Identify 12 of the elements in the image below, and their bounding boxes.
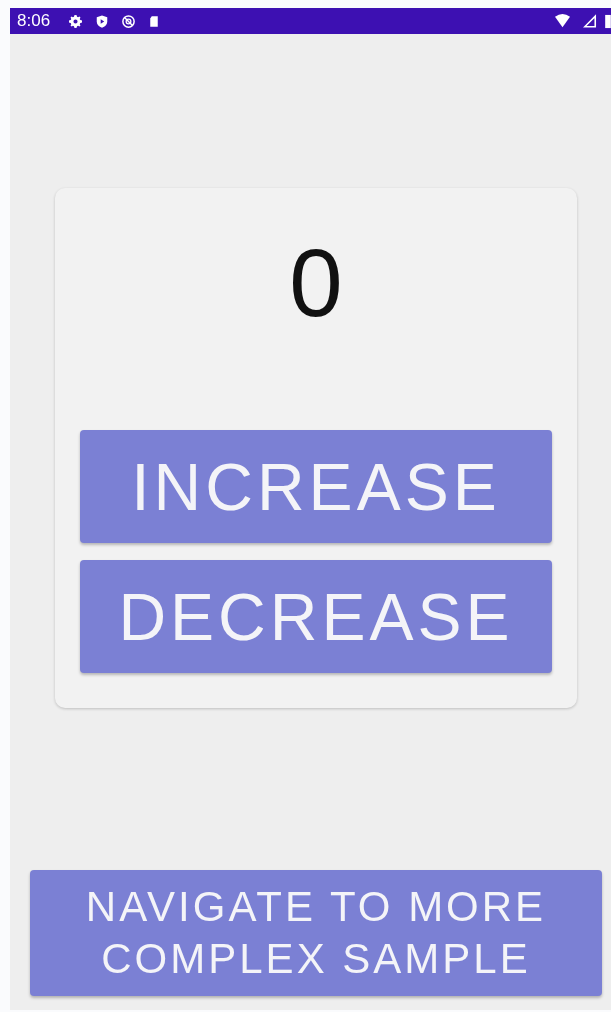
blocked-circle-icon (121, 13, 137, 29)
signal-icon (583, 13, 597, 29)
counter-button[interactable]: INCREASE (80, 430, 552, 543)
gear-icon (68, 13, 84, 29)
sd-card-icon (148, 13, 161, 29)
wifi-icon (554, 13, 571, 29)
counter-button[interactable]: DECREASE (80, 560, 552, 673)
shield-play-icon (95, 13, 110, 29)
status-time: 8:06 (17, 11, 51, 31)
battery-icon (605, 13, 611, 29)
counter-value: 0 (289, 228, 343, 338)
navigate-button[interactable]: NAVIGATE TO MORE COMPLEX SAMPLE (30, 870, 602, 996)
